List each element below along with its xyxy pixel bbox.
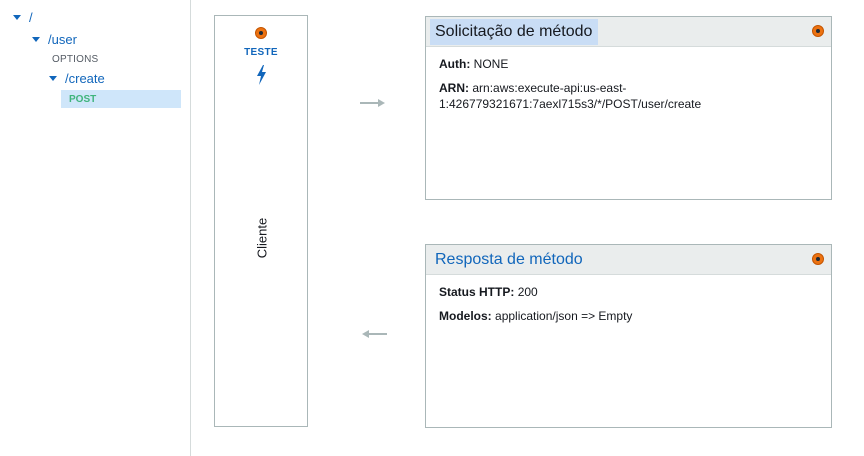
caret-down-icon[interactable] (32, 36, 40, 42)
arrow-right-icon (360, 99, 385, 107)
method-request-panel: Solicitação de método Auth: NONE ARN: ar… (425, 16, 832, 200)
tree-item-root[interactable]: / (13, 8, 33, 26)
tree-item-create-label[interactable]: /create (65, 71, 105, 86)
models-row: Modelos: application/json => Empty (439, 308, 818, 324)
method-response-panel: Resposta de método Status HTTP: 200 Mode… (425, 244, 832, 428)
status-dot-icon (812, 25, 824, 37)
caret-down-icon[interactable] (49, 75, 57, 81)
status-row: Status HTTP: 200 (439, 284, 818, 300)
models-label: Modelos: (439, 309, 492, 323)
method-request-title[interactable]: Solicitação de método (430, 19, 599, 45)
lightning-bolt-icon[interactable] (255, 65, 267, 85)
status-label: Status HTTP: (439, 285, 515, 299)
test-link[interactable]: TESTE (215, 47, 307, 58)
method-response-header: Resposta de método (426, 245, 831, 275)
arn-row: ARN: arn:aws:execute-api:us-east- 1:4267… (439, 80, 818, 112)
test-indicator-icon[interactable] (255, 27, 267, 39)
method-request-header: Solicitação de método (426, 17, 831, 47)
status-value: 200 (517, 285, 538, 299)
tree-item-user-label[interactable]: /user (48, 32, 77, 47)
tree-item-create[interactable]: /create (49, 69, 105, 87)
tree-item-post-selected[interactable]: POST (61, 90, 181, 108)
caret-down-icon[interactable] (13, 14, 21, 20)
client-label: Cliente (254, 217, 270, 259)
models-value: application/json => Empty (495, 309, 633, 323)
arn-value-line1: arn:aws:execute-api:us-east- (472, 81, 627, 95)
resource-tree: / /user OPTIONS /create POST (0, 0, 191, 456)
method-response-title[interactable]: Resposta de método (430, 247, 589, 273)
auth-row: Auth: NONE (439, 56, 818, 72)
tree-item-options[interactable]: OPTIONS (52, 54, 98, 65)
status-dot-icon (812, 253, 824, 265)
auth-value: NONE (473, 57, 509, 71)
arn-value-line2: 1:426779321671:7aexl715s3/*/POST/user/cr… (439, 97, 702, 111)
tree-item-root-label[interactable]: / (29, 10, 33, 25)
tree-item-user[interactable]: /user (32, 30, 77, 48)
arrow-left-icon (362, 330, 387, 338)
arn-label: ARN: (439, 81, 469, 95)
auth-label: Auth: (439, 57, 471, 71)
client-panel: TESTE Cliente (214, 15, 308, 427)
